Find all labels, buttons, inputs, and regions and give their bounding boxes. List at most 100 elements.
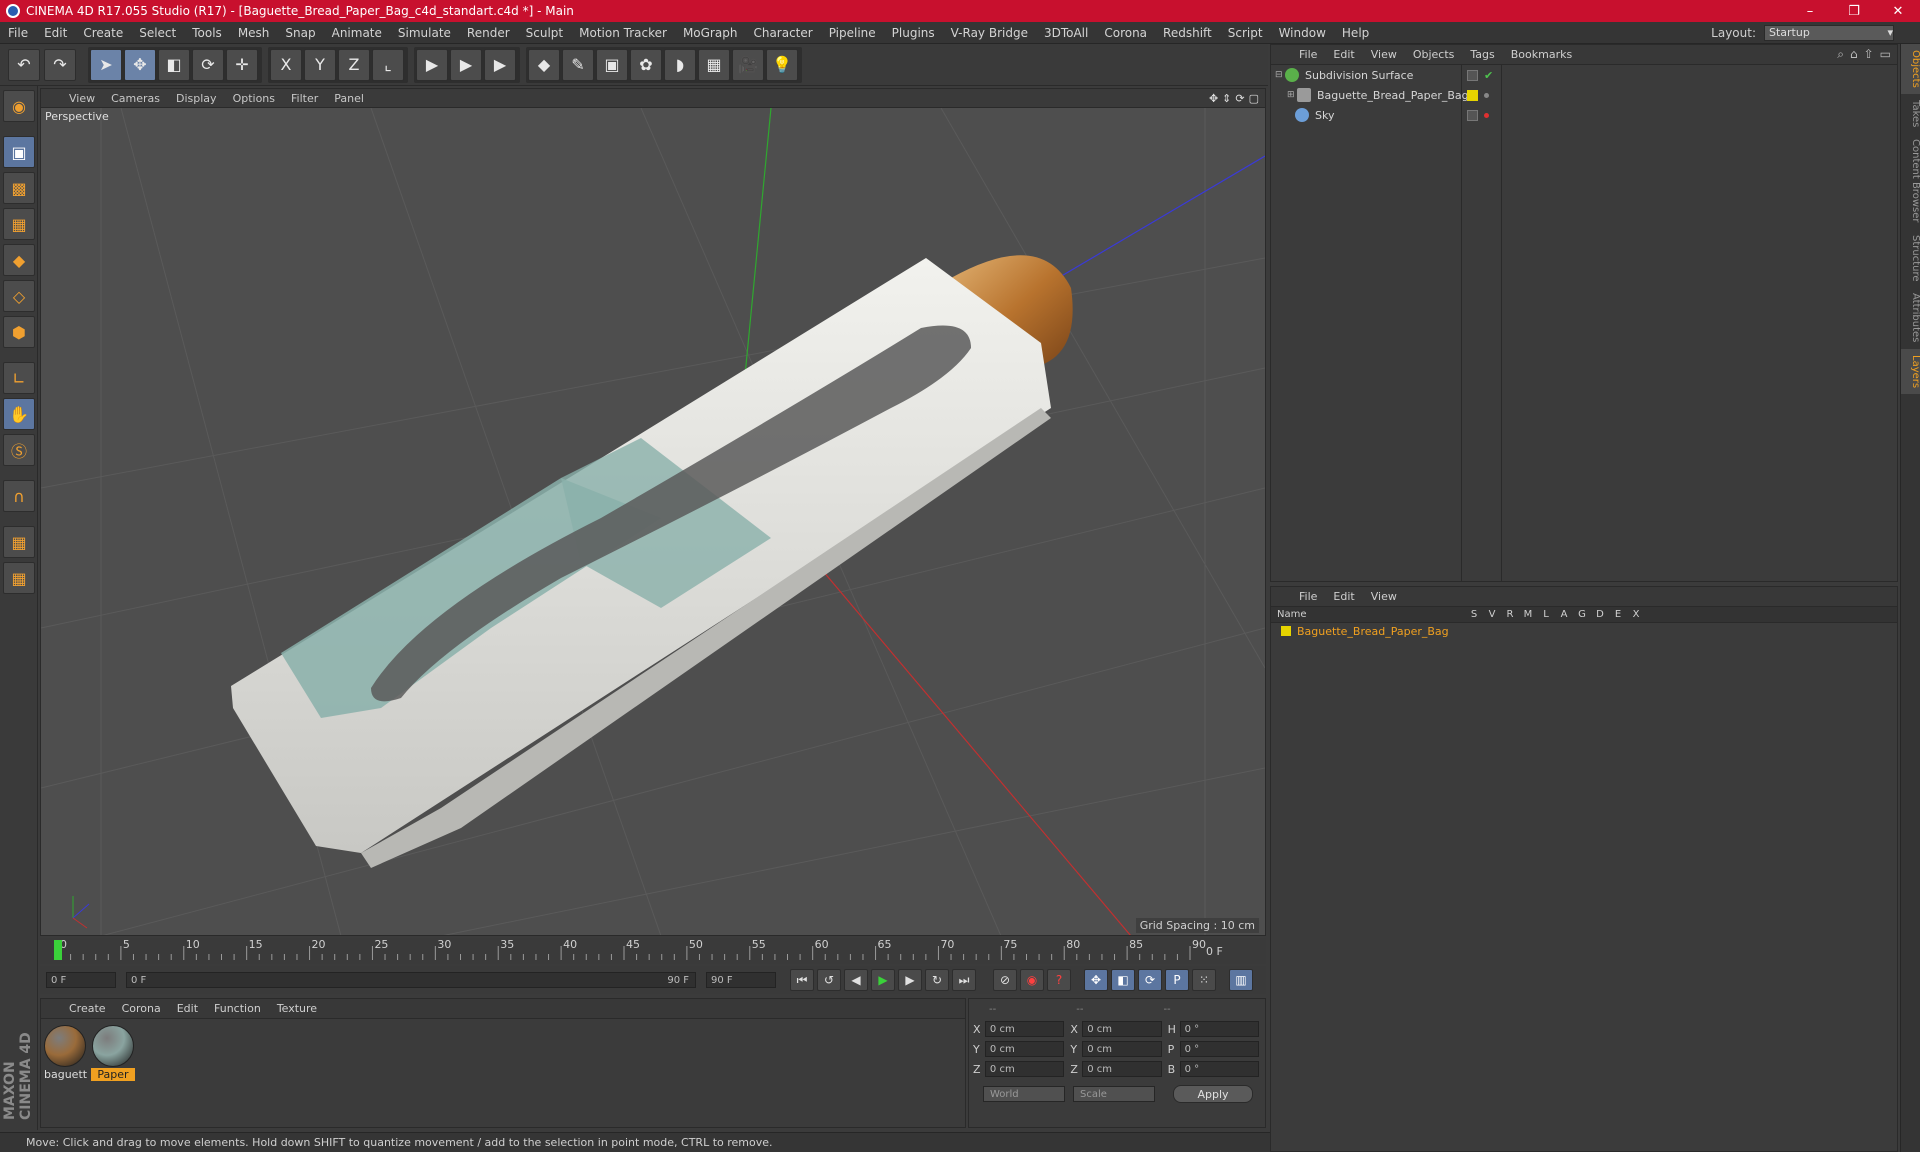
position-field[interactable]: 0 cm [984,1061,1065,1077]
snap-icon[interactable]: ∩ [3,480,35,512]
zoom-view-icon[interactable]: ⇕ [1222,92,1231,105]
floor-button[interactable]: ▦ [698,48,730,81]
restore-button[interactable]: ❐ [1832,0,1876,22]
perspective-viewport[interactable]: Perspective Grid Spacing : 10 cm [41,107,1265,935]
menu-create[interactable]: Create [75,26,131,40]
position-field[interactable]: 0 cm [984,1021,1065,1037]
select-tool-button[interactable]: ➤ [90,48,122,81]
rotation-field[interactable]: 0 ° [1179,1061,1259,1077]
start-frame-field[interactable]: 0 F [46,972,116,988]
pen-tool-button[interactable]: ✎ [562,48,594,81]
viewport-menu-cameras[interactable]: Cameras [103,92,168,105]
edges-mode-icon[interactable]: ◇ [3,280,35,312]
playhead[interactable] [54,940,62,960]
position-field[interactable]: 0 cm [984,1041,1065,1057]
menu-corona[interactable]: Corona [1096,26,1155,40]
side-tab-layers[interactable]: Layers [1901,348,1920,394]
search-icon[interactable]: ⌕ [1837,47,1844,62]
model-mode-icon[interactable]: ▣ [3,136,35,168]
close-button[interactable]: ✕ [1876,0,1920,22]
viewport-menu-options[interactable]: Options [225,92,283,105]
menu-help[interactable]: Help [1334,26,1377,40]
viewport-menu-panel[interactable]: Panel [326,92,372,105]
z-axis-button[interactable]: Z [338,48,370,81]
home-icon[interactable]: ⌂ [1850,47,1858,62]
enabled-check-icon[interactable]: ✔ [1484,69,1493,82]
make-editable-icon[interactable]: ◉ [3,90,35,122]
layer-menu-file[interactable]: File [1291,590,1325,603]
texture-mode-icon[interactable]: ▩ [3,172,35,204]
workplane-lock-icon[interactable]: ▦ [3,526,35,558]
side-tab-structure[interactable]: Structure [1901,229,1920,288]
key-selection-icon[interactable]: ? [1047,969,1071,991]
light-button[interactable]: 💡 [766,48,798,81]
minimize-button[interactable]: – [1788,0,1832,22]
prev-frame-button[interactable]: ◀ [844,969,868,991]
y-axis-button[interactable]: Y [304,48,336,81]
lock-icon[interactable]: ▭ [1880,47,1891,62]
world-dropdown[interactable]: World [983,1086,1065,1102]
material-menu-edit[interactable]: Edit [169,1002,206,1015]
go-to-start-button[interactable]: ⏮ [790,969,814,991]
material-menu-function[interactable]: Function [206,1002,269,1015]
size-field[interactable]: 0 cm [1082,1041,1162,1057]
material-menu-texture[interactable]: Texture [269,1002,325,1015]
viewport-menu-view[interactable]: View [61,92,103,105]
frame-range-slider[interactable]: 0 F 90 F [126,972,696,988]
transform-tool-button[interactable]: ✛ [226,48,258,81]
deformer-button[interactable]: ◗ [664,48,696,81]
key-position-icon[interactable]: ✥ [1084,969,1108,991]
collapse-icon[interactable]: ⊟ [1275,70,1285,80]
menu-animate[interactable]: Animate [324,26,390,40]
size-field[interactable]: 0 cm [1082,1021,1162,1037]
menu-v-ray-bridge[interactable]: V-Ray Bridge [943,26,1036,40]
play-button[interactable]: ▶ [871,969,895,991]
side-tab-objects[interactable]: Objects [1901,44,1920,94]
object-subdivision-surface[interactable]: ⊟ Subdivision Surface ✔ [1271,65,1897,85]
object-menu-tags[interactable]: Tags [1462,48,1502,61]
maximize-view-icon[interactable]: ▢ [1249,92,1259,105]
workplane-align-icon[interactable]: ▦ [3,562,35,594]
expand-icon[interactable]: ⊞ [1287,90,1297,100]
menu-edit[interactable]: Edit [36,26,75,40]
key-scale-icon[interactable]: ◧ [1111,969,1135,991]
workplane-mode-icon[interactable]: ▦ [3,208,35,240]
current-frame-label[interactable]: 0 F [1206,945,1223,958]
material-menu-create[interactable]: Create [61,1002,114,1015]
timeline[interactable]: 0 5 10 15 20 25 30 35 40 45 50 55 60 65 70 75 80 85 90 0 F [40,938,1266,964]
object-menu-file[interactable]: File [1291,48,1325,61]
record-keys-icon[interactable]: ⊘ [993,969,1017,991]
menu-redshift[interactable]: Redshift [1155,26,1220,40]
object-baguette-bread-paper-bag[interactable]: ⊞ Baguette_Bread_Paper_Bag [1271,85,1897,105]
object-menu-view[interactable]: View [1363,48,1405,61]
next-key-button[interactable]: ↻ [925,969,949,991]
solo-mode-icon[interactable]: Ⓢ [3,434,35,466]
layer-menu-edit[interactable]: Edit [1325,590,1362,603]
menu-pipeline[interactable]: Pipeline [821,26,884,40]
menu-snap[interactable]: Snap [277,26,323,40]
object-menu-objects[interactable]: Objects [1405,48,1463,61]
side-tab-attributes[interactable]: Attributes [1901,287,1920,348]
layer-menu-view[interactable]: View [1363,590,1405,603]
end-frame-field[interactable]: 90 F [706,972,776,988]
menu-file[interactable]: File [0,26,36,40]
menu-simulate[interactable]: Simulate [390,26,459,40]
size-field[interactable]: 0 cm [1082,1061,1162,1077]
coordinate-system-button[interactable]: ⌞ [372,48,404,81]
menu-select[interactable]: Select [131,26,184,40]
side-tab-content-browser[interactable]: Content Browser [1901,133,1920,228]
cloner-button[interactable]: ✿ [630,48,662,81]
render-view-button[interactable]: ▶ [416,48,448,81]
material-menu-corona[interactable]: Corona [114,1002,169,1015]
key-rotation-icon[interactable]: ⟳ [1138,969,1162,991]
object-menu-bookmarks[interactable]: Bookmarks [1503,48,1580,61]
viewport-menu-filter[interactable]: Filter [283,92,326,105]
subdivision-surface-button[interactable]: ▣ [596,48,628,81]
menu-motion-tracker[interactable]: Motion Tracker [571,26,675,40]
menu-character[interactable]: Character [745,26,820,40]
menu-plugins[interactable]: Plugins [884,26,943,40]
key-param-icon[interactable]: P [1165,969,1189,991]
rotate-tool-button[interactable]: ⟳ [192,48,224,81]
cube-object-button[interactable]: ◆ [528,48,560,81]
object-menu-edit[interactable]: Edit [1325,48,1362,61]
